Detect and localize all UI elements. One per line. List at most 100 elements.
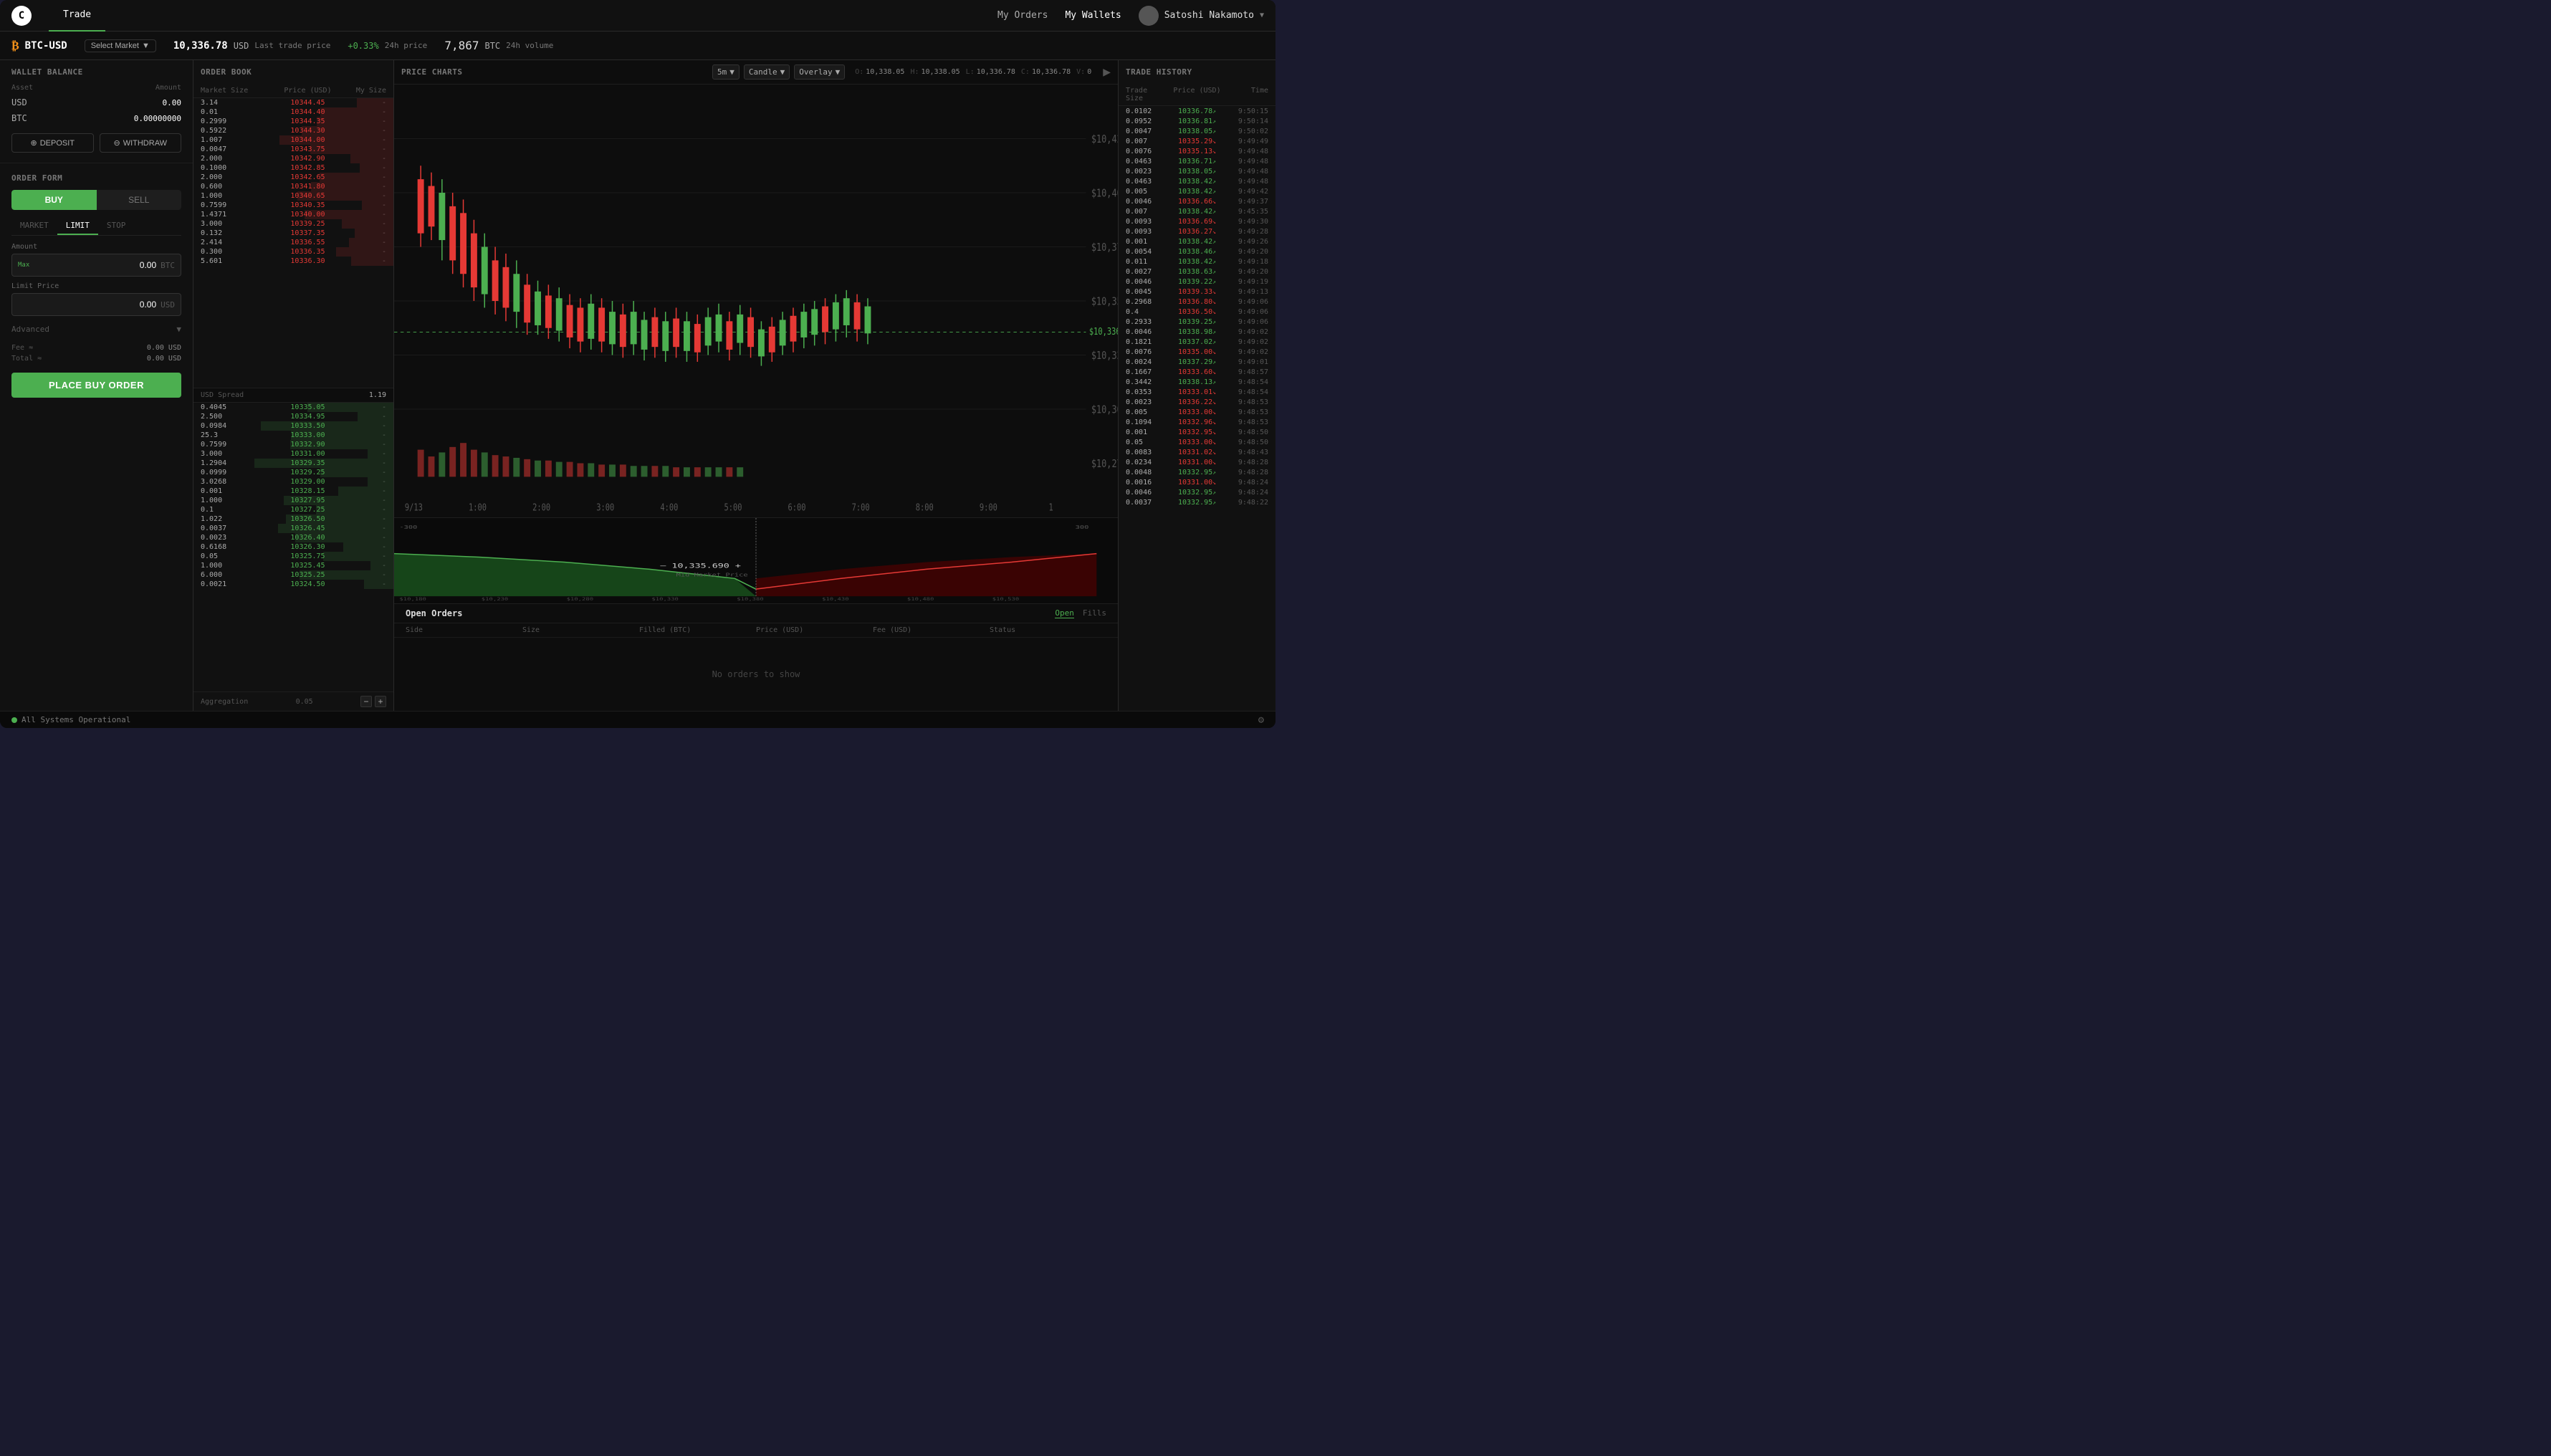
order-book-bid-row[interactable]: 0.1 10327.25 - [193,505,393,514]
overlay-select[interactable]: Overlay ▼ [794,64,845,80]
order-book-bid-row[interactable]: 0.6168 10326.30 - [193,542,393,552]
withdraw-button[interactable]: ⊖ WITHDRAW [100,133,182,153]
order-book-ask-row[interactable]: 0.132 10337.35 - [193,229,393,238]
order-book-bid-row[interactable]: 0.7599 10332.90 - [193,440,393,449]
ohlcv-open: 10,338.05 [866,68,904,76]
order-book-bid-row[interactable]: 2.500 10334.95 - [193,412,393,421]
order-type-limit[interactable]: LIMIT [57,217,98,235]
order-book-ask-row[interactable]: 0.1000 10342.85 - [193,163,393,173]
order-book-ask-row[interactable]: 2.000 10342.90 - [193,154,393,163]
order-book-ask-row[interactable]: 0.7599 10340.35 - [193,201,393,210]
asset-row-usd: USD 0.00 [0,95,193,110]
trade-history-row: 0.0046 10339.22↗ 9:49:19 [1119,277,1276,287]
nav-link-my-wallets[interactable]: My Wallets [1065,10,1121,21]
order-book-bid-row[interactable]: 1.022 10326.50 - [193,514,393,524]
order-book-ask-row[interactable]: 2.414 10336.55 - [193,238,393,247]
order-book-bid-row[interactable]: 6.000 10325.25 - [193,570,393,580]
order-book-asks: 3.14 10344.45 - 0.01 10344.40 - 0.2999 1… [193,98,393,388]
order-book-ask-row[interactable]: 3.000 10339.25 - [193,219,393,229]
order-book-bid-row[interactable]: 0.0023 10326.40 - [193,533,393,542]
svg-text:1: 1 [1048,502,1053,513]
nav-tab-trade[interactable]: Trade [49,0,105,32]
settings-icon[interactable]: ⚙ [1258,714,1264,726]
open-orders: Open Orders Open Fills Side Size Filled … [394,603,1118,711]
svg-text:$10,275: $10,275 [1091,458,1118,471]
buy-sell-tabs: BUY SELL [11,190,181,210]
trade-history-title: Trade History [1119,60,1276,81]
trade-history-row: 0.001 10338.42↗ 9:49:26 [1119,236,1276,246]
depth-chart-container: -300 300 — 10,335.690 + [394,517,1118,603]
order-book-ask-row[interactable]: 0.0047 10343.75 - [193,145,393,154]
deposit-button[interactable]: ⊕ DEPOSIT [11,133,94,153]
spread-label: USD Spread [201,391,244,399]
order-book-bid-row[interactable]: 0.0037 10326.45 - [193,524,393,533]
trade-history-row: 0.0016 10331.00↘ 9:48:24 [1119,477,1276,487]
order-book-bid-row[interactable]: 0.001 10328.15 - [193,487,393,496]
trade-history-row: 0.0047 10338.05↗ 9:50:02 [1119,126,1276,136]
order-type-stop[interactable]: STOP [98,217,135,235]
user-info[interactable]: Satoshi Nakamoto ▼ [1139,6,1264,26]
amount-group: Amount Max BTC [11,243,181,277]
order-book-ask-row[interactable]: 1.000 10340.65 - [193,191,393,201]
svg-text:$10,325: $10,325 [1091,350,1118,363]
order-book-bid-row[interactable]: 0.0999 10329.25 - [193,468,393,477]
select-market-button[interactable]: Select Market ▼ [85,39,156,52]
oo-tab-open[interactable]: Open [1055,608,1074,618]
order-book-ask-row[interactable]: 1.007 10344.00 - [193,135,393,145]
aggregation-minus-button[interactable]: − [360,696,372,707]
order-book-ask-row[interactable]: 2.000 10342.65 - [193,173,393,182]
max-button[interactable]: Max [18,262,29,269]
asset-row-btc: BTC 0.00000000 [0,110,193,126]
change-label: 24h price [385,41,428,50]
timeframe-select[interactable]: 5m ▼ [712,64,740,80]
limit-price-input[interactable] [18,300,156,310]
order-book-ask-row[interactable]: 3.14 10344.45 - [193,98,393,107]
chevron-down-icon: ▼ [176,325,181,334]
chart-type-select[interactable]: Candle ▼ [744,64,790,80]
order-book-bid-row[interactable]: 1.000 10327.95 - [193,496,393,505]
ohlcv-low: 10,336.78 [977,68,1015,76]
order-book-ask-row[interactable]: 1.4371 10340.00 - [193,210,393,219]
sell-button[interactable]: SELL [97,190,182,210]
svg-text:$10,400: $10,400 [1091,187,1118,200]
order-book-ask-row[interactable]: 0.5922 10344.30 - [193,126,393,135]
trade-history-row: 0.0048 10332.95↗ 9:48:28 [1119,467,1276,477]
status-bar: All Systems Operational ⚙ [0,711,1276,728]
order-book-ask-row[interactable]: 5.601 10336.30 - [193,257,393,266]
total-value: 0.00 USD [147,355,181,363]
svg-text:$10,300: $10,300 [1091,403,1118,416]
aggregation-plus-button[interactable]: + [375,696,386,707]
order-book-ask-row[interactable]: 0.600 10341.80 - [193,182,393,191]
order-book-bid-row[interactable]: 1.000 10325.45 - [193,561,393,570]
order-book-ask-row[interactable]: 0.01 10344.40 - [193,107,393,117]
spread-row: USD Spread 1.19 [193,388,393,403]
chart-expand-button[interactable]: ▶ [1103,66,1111,78]
trade-history-row: 0.0023 10336.22↘ 9:48:53 [1119,397,1276,407]
order-book-bid-row[interactable]: 0.4045 10335.05 - [193,403,393,412]
advanced-toggle[interactable]: Advanced ▼ [11,322,181,337]
order-book-bid-row[interactable]: 3.0268 10329.00 - [193,477,393,487]
oo-tab-fills[interactable]: Fills [1083,608,1106,618]
order-book-bid-row[interactable]: 25.3 10333.00 - [193,431,393,440]
amount-input[interactable] [35,260,156,270]
amount-label: Amount [11,243,181,251]
aggregation-value: 0.05 [296,698,313,706]
order-book-bids: 0.4045 10335.05 - 2.500 10334.95 - 0.098… [193,403,393,692]
order-book-bid-row[interactable]: 0.05 10325.75 - [193,552,393,561]
nav-link-my-orders[interactable]: My Orders [997,10,1048,21]
amount-input-container: Max BTC [11,254,181,277]
trade-history-row: 0.0037 10332.95↗ 9:48:22 [1119,497,1276,507]
order-book-ask-row[interactable]: 0.300 10336.35 - [193,247,393,257]
order-book-bid-row[interactable]: 1.2904 10329.35 - [193,459,393,468]
order-book-bid-row[interactable]: 0.0021 10324.50 - [193,580,393,589]
order-book-ask-row[interactable]: 0.2999 10344.35 - [193,117,393,126]
order-book-bid-row[interactable]: 3.000 10331.00 - [193,449,393,459]
app-logo[interactable]: C [11,6,32,26]
order-type-market[interactable]: MARKET [11,217,57,235]
place-order-button[interactable]: PLACE BUY ORDER [11,373,181,398]
trade-history-row: 0.0046 10338.98↗ 9:49:02 [1119,327,1276,337]
pair-label: BTC-USD [25,40,67,52]
order-book-bid-row[interactable]: 0.0984 10333.50 - [193,421,393,431]
buy-button[interactable]: BUY [11,190,97,210]
minus-circle-icon: ⊖ [113,138,120,148]
